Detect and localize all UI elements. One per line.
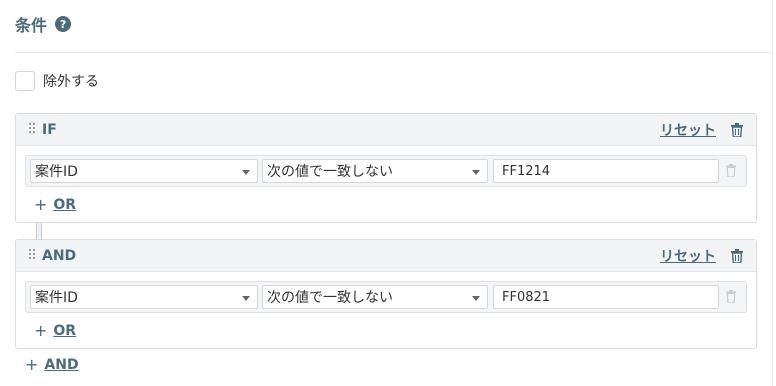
- add-and-label: AND: [44, 356, 79, 373]
- section-header: 条件 ?: [15, 12, 72, 36]
- condition-group-if: IF リセット 案件ID 次の値で一致しない FF1214 + OR: [15, 113, 757, 223]
- caret-down-icon: [472, 296, 480, 301]
- plus-icon: +: [34, 195, 48, 214]
- exclude-label: 除外する: [43, 74, 99, 90]
- operator-select-value: 次の値で一致しない: [267, 164, 393, 180]
- exclude-checkbox[interactable]: [15, 71, 35, 91]
- group-header: AND リセット: [16, 240, 756, 272]
- exclude-option[interactable]: 除外する: [15, 70, 99, 92]
- operator-select[interactable]: 次の値で一致しない: [262, 285, 488, 309]
- drag-handle-icon[interactable]: [29, 123, 35, 137]
- operator-select-value: 次の値で一致しない: [267, 290, 393, 306]
- value-input[interactable]: FF1214: [493, 159, 719, 183]
- reset-link[interactable]: リセット: [660, 120, 716, 140]
- value-input-text: FF0821: [502, 289, 551, 305]
- caret-down-icon: [242, 296, 250, 301]
- condition-group-and: AND リセット 案件ID 次の値で一致しない FF0821 + OR: [15, 239, 757, 349]
- add-or-button[interactable]: + OR: [34, 195, 76, 214]
- trash-icon[interactable]: [731, 123, 743, 137]
- section-title: 条件: [15, 16, 48, 35]
- field-select-value: 案件ID: [35, 290, 78, 306]
- row-trash-icon[interactable]: [726, 290, 736, 303]
- condition-row: 案件ID 次の値で一致しない FF0821: [25, 281, 747, 313]
- caret-down-icon: [242, 170, 250, 175]
- field-select-value: 案件ID: [35, 164, 78, 180]
- field-select[interactable]: 案件ID: [30, 159, 258, 183]
- row-trash-icon[interactable]: [726, 164, 736, 177]
- help-icon[interactable]: ?: [55, 16, 72, 32]
- add-and-button[interactable]: + AND: [25, 355, 79, 374]
- divider: [15, 52, 770, 53]
- condition-row: 案件ID 次の値で一致しない FF1214: [25, 155, 747, 187]
- right-border: [772, 0, 773, 386]
- field-select[interactable]: 案件ID: [30, 285, 258, 309]
- caret-down-icon: [472, 170, 480, 175]
- add-or-button[interactable]: + OR: [34, 321, 76, 340]
- group-label: AND: [42, 247, 77, 264]
- value-input[interactable]: FF0821: [493, 285, 719, 309]
- add-or-label: OR: [53, 322, 77, 339]
- group-connector: [36, 223, 42, 239]
- add-or-label: OR: [53, 196, 77, 213]
- reset-link[interactable]: リセット: [660, 246, 716, 266]
- plus-icon: +: [34, 321, 48, 340]
- group-header: IF リセット: [16, 114, 756, 146]
- group-label: IF: [42, 121, 57, 138]
- drag-handle-icon[interactable]: [29, 249, 35, 263]
- operator-select[interactable]: 次の値で一致しない: [262, 159, 488, 183]
- value-input-text: FF1214: [502, 163, 551, 179]
- plus-icon: +: [25, 355, 39, 374]
- trash-icon[interactable]: [731, 249, 743, 263]
